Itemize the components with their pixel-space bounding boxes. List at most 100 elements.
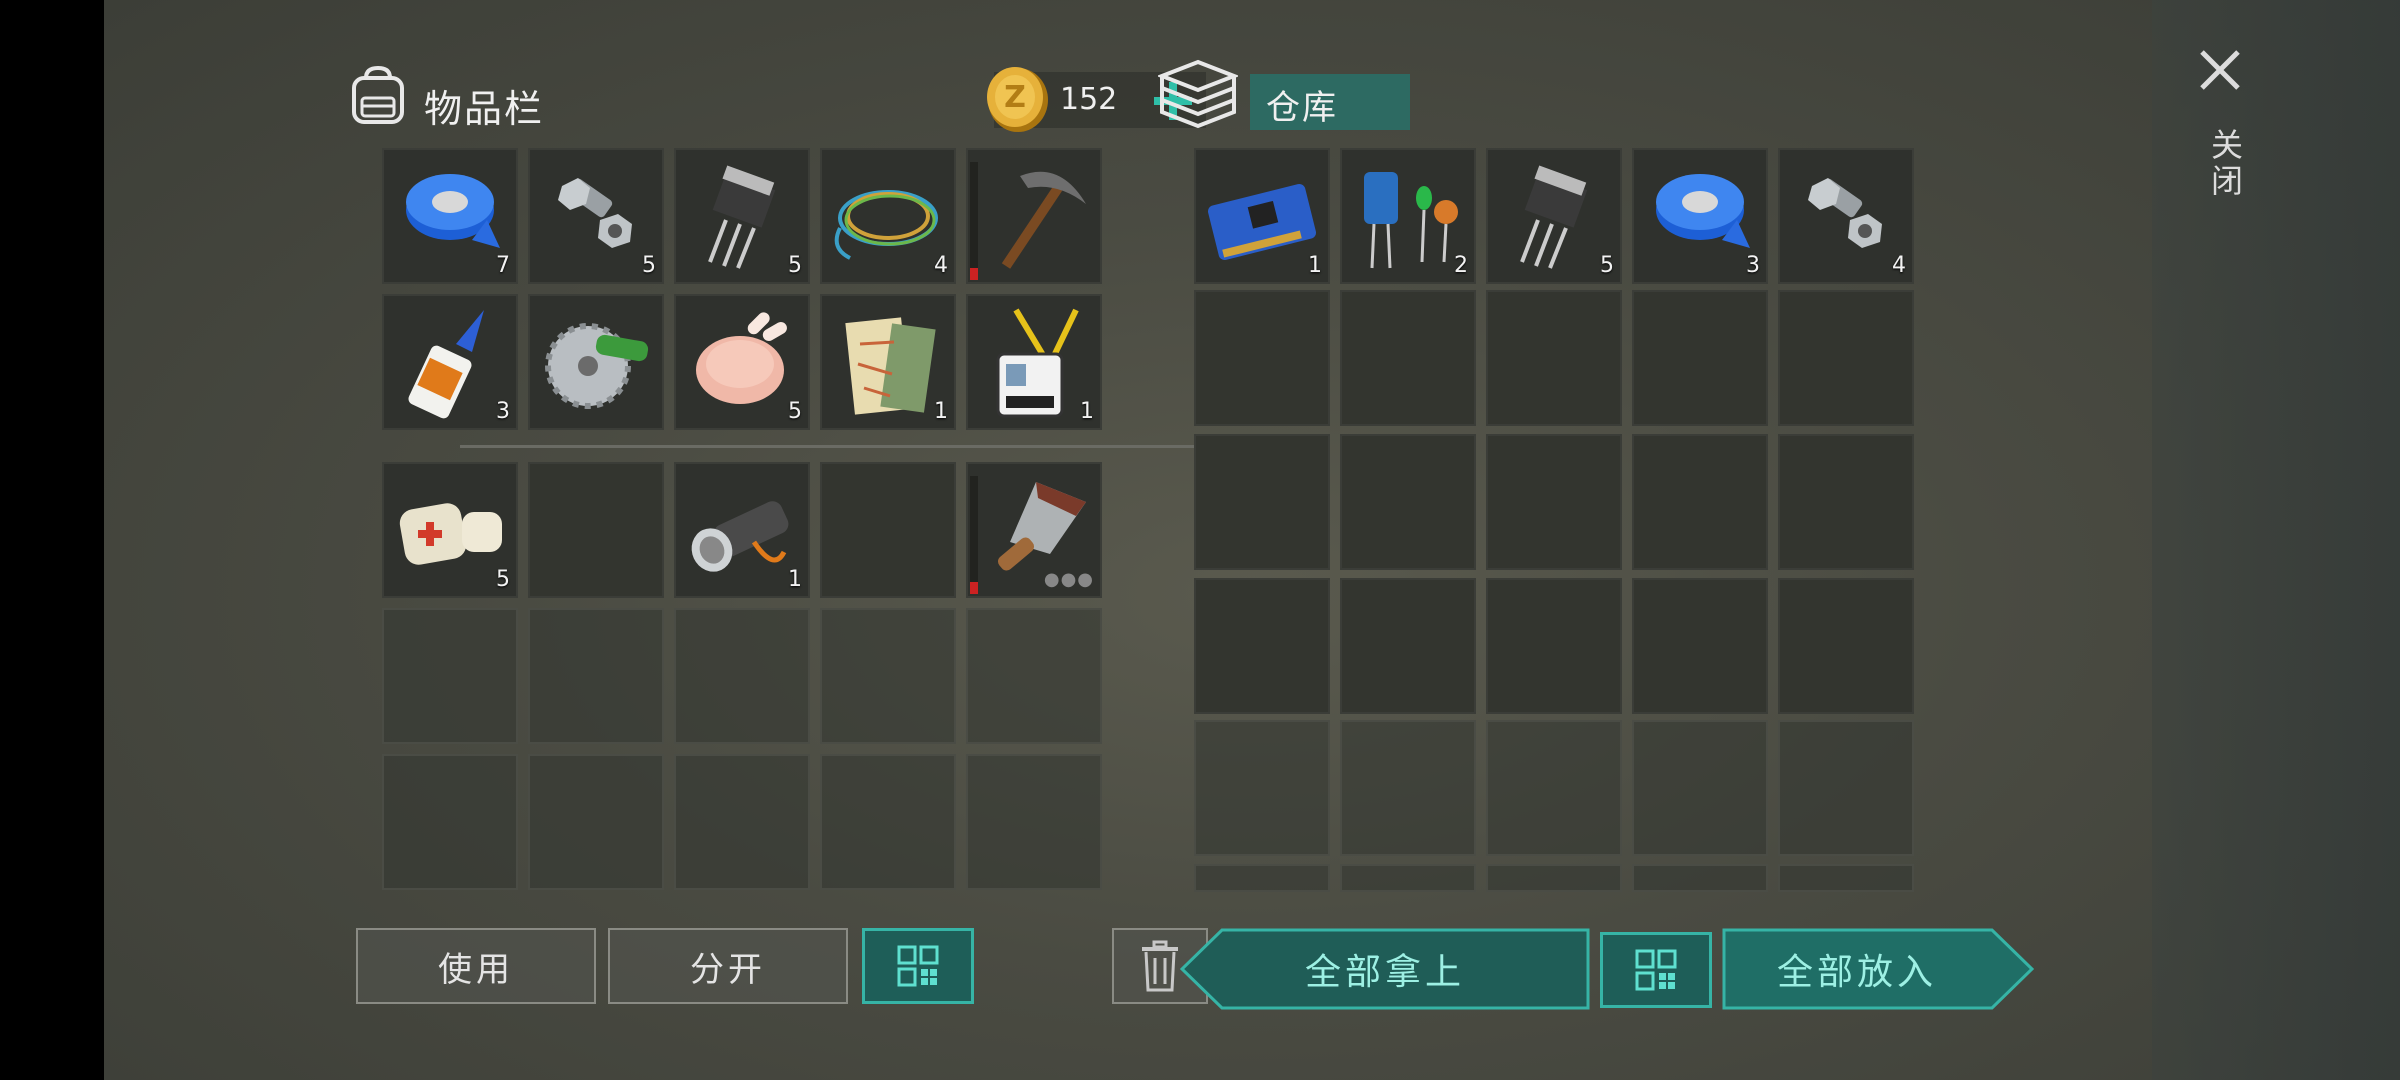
empty-slot[interactable] — [1340, 578, 1476, 714]
take-all-label: 全部拿上 — [1304, 952, 1465, 993]
empty-slot[interactable] — [1778, 720, 1914, 856]
item-slot[interactable]: 1 — [674, 462, 810, 598]
item-quantity: 5 — [642, 253, 656, 278]
use-button[interactable]: 使用 — [356, 928, 596, 1004]
empty-slot[interactable] — [674, 754, 810, 890]
empty-slot[interactable] — [1340, 434, 1476, 570]
take-all-button[interactable]: 全部拿上 — [1179, 928, 1590, 1010]
item-quantity: 3 — [1746, 253, 1760, 278]
bandage-icon — [399, 503, 502, 565]
item-slot[interactable]: 5 — [382, 462, 518, 598]
empty-slot[interactable] — [1194, 578, 1330, 714]
sort-storage-button[interactable] — [1600, 932, 1712, 1008]
empty-slot[interactable] — [382, 754, 518, 890]
item-quantity: 1 — [1080, 399, 1094, 424]
empty-slot[interactable] — [1632, 720, 1768, 856]
empty-slot[interactable] — [1632, 864, 1768, 892]
trash-icon — [1142, 940, 1178, 992]
split-button[interactable]: 分开 — [608, 928, 848, 1004]
pickaxe-icon — [1001, 171, 1086, 269]
empty-slot[interactable] — [820, 754, 956, 890]
empty-slot[interactable] — [1632, 578, 1768, 714]
empty-slot[interactable] — [1486, 290, 1622, 426]
section-divider — [460, 445, 1204, 448]
sort-grid-icon — [897, 945, 939, 987]
item-slot[interactable] — [528, 294, 664, 430]
item-quantity: 1 — [788, 567, 802, 592]
empty-slot[interactable] — [966, 608, 1102, 744]
item-slot[interactable]: 1 — [1194, 148, 1330, 284]
blue-tape-icon — [406, 174, 500, 248]
item-slot[interactable]: 3 — [1632, 148, 1768, 284]
item-slot[interactable]: 5 — [528, 148, 664, 284]
empty-slot[interactable] — [1486, 578, 1622, 714]
item-slot[interactable]: 4 — [820, 148, 956, 284]
empty-slot[interactable] — [966, 754, 1102, 890]
inventory-title: 物品栏 — [424, 87, 545, 131]
empty-slot[interactable] — [382, 608, 518, 744]
game-screen: 物品栏 Z 152 口袋 背包 7554351151●●● 仓库 12534 使… — [104, 0, 2400, 1080]
close-label: 关闭 — [2206, 128, 2244, 200]
item-slot[interactable]: 7 — [382, 148, 518, 284]
id-badge-icon — [996, 308, 1079, 418]
empty-slot[interactable] — [1486, 864, 1622, 892]
item-quantity: 5 — [788, 399, 802, 424]
empty-slot[interactable] — [1194, 290, 1330, 426]
empty-slot[interactable] — [1486, 434, 1622, 570]
empty-slot[interactable] — [528, 462, 664, 598]
empty-slot[interactable] — [1778, 434, 1914, 570]
empty-slot[interactable] — [1778, 578, 1914, 714]
empty-slot[interactable] — [674, 608, 810, 744]
glue-icon — [408, 310, 484, 419]
empty-slot[interactable] — [1778, 864, 1914, 892]
put-all-label: 全部放入 — [1776, 952, 1937, 993]
empty-slot[interactable] — [1632, 434, 1768, 570]
empty-slot[interactable] — [820, 462, 956, 598]
item-slot[interactable] — [966, 148, 1102, 284]
empty-slot[interactable] — [1194, 720, 1330, 856]
empty-slot[interactable] — [528, 608, 664, 744]
empty-slot[interactable] — [1632, 290, 1768, 426]
item-slot[interactable]: 4 — [1778, 148, 1914, 284]
empty-slot[interactable] — [1340, 290, 1476, 426]
item-quantity: 5 — [788, 253, 802, 278]
durability-bar — [970, 476, 978, 594]
item-quantity: 3 — [496, 399, 510, 424]
empty-slot[interactable] — [1340, 720, 1476, 856]
empty-slot[interactable] — [1194, 434, 1330, 570]
sort-inventory-button[interactable] — [862, 928, 974, 1004]
item-slot[interactable]: 1 — [966, 294, 1102, 430]
item-slot[interactable]: ●●● — [966, 462, 1102, 598]
coin-icon: Z — [987, 67, 1048, 132]
empty-slot[interactable] — [1778, 290, 1914, 426]
nut-bolt-icon — [1808, 178, 1882, 248]
item-slot[interactable]: 3 — [382, 294, 518, 430]
nut-bolt-icon — [558, 178, 632, 248]
item-slot[interactable]: 2 — [1340, 148, 1476, 284]
storage-title: 仓库 — [1266, 88, 1338, 128]
empty-slot[interactable] — [1340, 864, 1476, 892]
blue-tape-icon — [1656, 174, 1750, 248]
item-slot[interactable]: 5 — [674, 294, 810, 430]
put-all-button[interactable]: 全部放入 — [1722, 928, 2035, 1010]
item-quantity: 2 — [1454, 253, 1468, 278]
storage-icon — [1158, 59, 1238, 129]
wires-icon — [834, 190, 938, 260]
item-quantity: 4 — [934, 253, 948, 278]
empty-slot[interactable] — [1194, 864, 1330, 892]
empty-slot[interactable] — [1486, 720, 1622, 856]
empty-slot[interactable] — [820, 608, 956, 744]
item-slot[interactable]: 5 — [674, 148, 810, 284]
capacitors-icon — [1364, 172, 1458, 269]
svg-text:Z: Z — [1004, 80, 1026, 115]
item-quantity: 1 — [1308, 253, 1322, 278]
item-quantity: 1 — [934, 399, 948, 424]
saw-blade-icon — [545, 323, 649, 409]
item-slot[interactable]: 5 — [1486, 148, 1622, 284]
item-slot[interactable]: 1 — [820, 294, 956, 430]
flashlight-icon — [691, 501, 789, 572]
close-button[interactable]: 关闭 — [2180, 40, 2260, 220]
durability-bar — [970, 162, 978, 280]
empty-slot[interactable] — [528, 754, 664, 890]
more-options-icon: ●●● — [1043, 569, 1094, 590]
